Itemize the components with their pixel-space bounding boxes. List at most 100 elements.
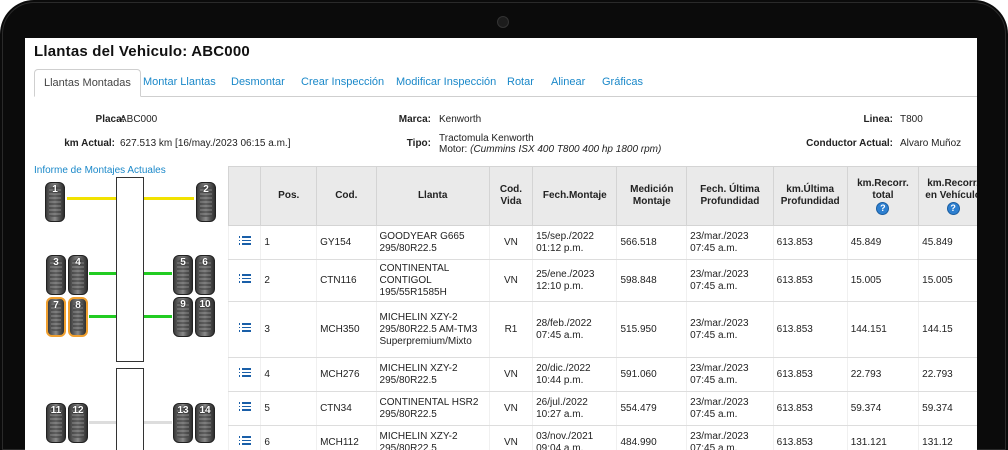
header-pos[interactable]: Pos. [260, 166, 318, 226]
tire-2[interactable]: 2 [196, 182, 216, 222]
cell-pos: 2 [260, 259, 317, 302]
cell-cod: GY154 [316, 225, 377, 260]
cell-ult-prof: 23/mar./2023 07:45 a.m. [686, 357, 774, 392]
cell-actions [227, 259, 261, 302]
cell-cod: MCH350 [316, 301, 377, 358]
header-km-total-label: km.Recorr. total [857, 177, 909, 201]
cell-ult-prof: 23/mar./2023 07:45 a.m. [686, 225, 774, 260]
cell-km-vehic: 45.849 [918, 225, 977, 260]
axle-drive1-right [144, 272, 172, 275]
header-km-vehic-label: km.Recorr. en Vehículo [925, 177, 977, 201]
header-med-montaje[interactable]: Medición Montaje [616, 166, 688, 226]
cell-actions [227, 357, 261, 392]
cell-cod: CTN34 [316, 391, 377, 426]
cell-med-montaje: 484.990 [616, 425, 687, 450]
table-row[interactable]: 1 GY154 GOODYEAR G665 295/80R22.5 VN 15/sep.… [227, 225, 977, 260]
cell-km-total: 131.121 [846, 425, 919, 450]
header-km-total[interactable]: km.Recorr. total ? [846, 166, 920, 226]
tire-11[interactable]: 11 [46, 403, 66, 443]
cell-med-montaje: 554.479 [616, 391, 687, 426]
linea-label: Linea: [863, 114, 893, 125]
cell-km-total: 15.005 [846, 259, 919, 302]
marca-value: Kenworth [439, 114, 482, 125]
cell-montaje: 25/ene./2023 12:10 p.m. [532, 259, 617, 302]
header-km-vehic[interactable]: km.Recorr. en Vehículo ? [918, 166, 977, 226]
tire-5[interactable]: 5 [173, 255, 193, 295]
cell-km-ult: 613.853 [772, 425, 848, 450]
tire-14[interactable]: 14 [195, 403, 215, 443]
cell-montaje: 26/jul./2022 10:27 a.m. [532, 391, 617, 426]
tires-table-wrap: Pos. Cod. Llanta Cod. Vida Fech.Montaje … [227, 166, 977, 450]
cell-actions [227, 301, 261, 358]
motor-line: Motor: (Cummins ISX 400 T800 400 hp 1800… [439, 144, 661, 155]
help-icon[interactable]: ? [876, 201, 890, 215]
cell-cod: MCH276 [316, 357, 377, 392]
list-icon[interactable] [238, 402, 251, 411]
cell-montaje: 03/nov./2021 09:04 a.m. [532, 425, 617, 450]
linea-value: T800 [900, 114, 923, 125]
tire-3[interactable]: 3 [46, 255, 66, 295]
axle-front-right [144, 197, 194, 200]
header-llanta[interactable]: Llanta [375, 166, 490, 226]
header-vida[interactable]: Cod. Vida [488, 166, 534, 226]
cell-pos: 5 [260, 391, 317, 426]
placa-value: ABC000 [120, 114, 158, 125]
table-row[interactable]: 4 MCH276 MICHELIN XZY-2 295/80R22.5 VN 20/di… [227, 357, 977, 392]
tire-9[interactable]: 9 [173, 297, 193, 337]
cell-pos: 6 [260, 425, 317, 450]
table-row[interactable]: 6 MCH112 MICHELIN XZY-2 295/80R22.5 VN 03/no… [227, 425, 977, 450]
cell-llanta: MICHELIN XZY-2 295/80R22.5 [375, 425, 490, 450]
cell-med-montaje: 598.848 [616, 259, 687, 302]
chassis-trailer [116, 368, 144, 450]
cell-actions [227, 425, 261, 450]
tab-crear-inspeccion[interactable]: Crear Inspección [301, 69, 384, 96]
cell-cod: MCH112 [316, 425, 377, 450]
list-icon[interactable] [238, 323, 251, 332]
cell-cod: CTN116 [316, 259, 377, 302]
list-icon[interactable] [238, 368, 251, 377]
tire-12[interactable]: 12 [68, 403, 88, 443]
axle-trailer-right [144, 421, 172, 424]
tire-8[interactable]: 8 [68, 297, 88, 337]
tab-modificar-inspeccion[interactable]: Modificar Inspección [396, 69, 496, 96]
tab-desmontar[interactable]: Desmontar [231, 69, 285, 96]
cell-ult-prof: 23/mar./2023 07:45 a.m. [686, 425, 774, 450]
cell-llanta: MICHELIN XZY-2 295/80R22.5 AM-TM3 Superp… [375, 301, 490, 358]
tab-montar-llantas[interactable]: Montar Llantas [143, 69, 216, 96]
cell-montaje: 28/feb./2022 07:45 a.m. [532, 301, 617, 358]
axle-drive1-left [89, 272, 116, 275]
list-icon[interactable] [238, 274, 251, 283]
help-icon[interactable]: ? [946, 201, 960, 215]
cell-vida: R1 [488, 301, 533, 358]
cell-km-ult: 613.853 [772, 391, 848, 426]
list-icon[interactable] [238, 436, 251, 445]
tab-alinear[interactable]: Alinear [551, 69, 585, 96]
cell-km-total: 59.374 [846, 391, 919, 426]
tire-7[interactable]: 7 [46, 297, 66, 337]
table-row[interactable]: 5 CTN34 CONTINENTAL HSR2 295/80R22.5 VN 26/j… [227, 391, 977, 426]
tab-llantas-montadas[interactable]: Llantas Montadas [34, 69, 141, 97]
header-cod[interactable]: Cod. [316, 166, 377, 226]
header-ult-prof[interactable]: Fech. Última Profundidad [686, 166, 774, 226]
tire-4[interactable]: 4 [68, 255, 88, 295]
header-montaje[interactable]: Fech.Montaje [532, 166, 618, 226]
axle-front-left [67, 197, 116, 200]
conductor-value: Alvaro Muñoz [900, 138, 962, 149]
cell-km-ult: 613.853 [772, 301, 848, 358]
tire-1[interactable]: 1 [45, 182, 65, 222]
cell-llanta: MICHELIN XZY-2 295/80R22.5 [375, 357, 490, 392]
tab-rotar[interactable]: Rotar [507, 69, 534, 96]
cell-km-total: 45.849 [846, 225, 919, 260]
tire-13[interactable]: 13 [173, 403, 193, 443]
table-row[interactable]: 2 CTN116 CONTINENTAL CONTIGOL 195/55R1585H… [227, 259, 977, 302]
axle-trailer-left [89, 421, 116, 424]
cell-montaje: 15/sep./2022 01:12 p.m. [532, 225, 617, 260]
table-row[interactable]: 3 MCH350 MICHELIN XZY-2 295/80R22.5 AM-TM3… [227, 301, 977, 358]
list-icon[interactable] [238, 236, 251, 245]
header-km-ult[interactable]: km.Última Profundidad [772, 166, 848, 226]
tire-10[interactable]: 10 [195, 297, 215, 337]
tab-graficas[interactable]: Gráficas [602, 69, 643, 96]
chassis-front [116, 177, 144, 362]
cell-vida: VN [488, 357, 533, 392]
tire-6[interactable]: 6 [195, 255, 215, 295]
